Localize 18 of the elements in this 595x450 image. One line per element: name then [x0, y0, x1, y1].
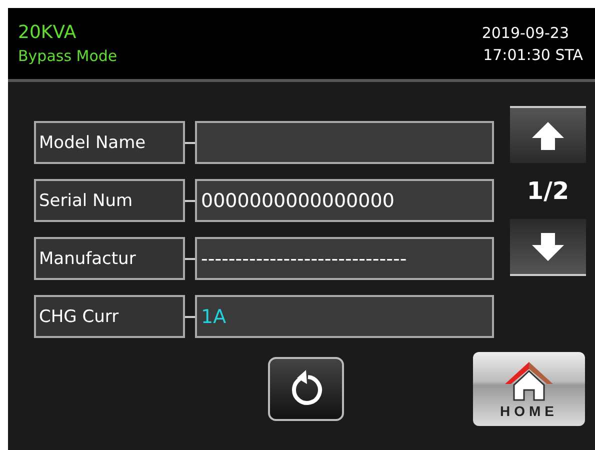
page-down-button[interactable] — [510, 219, 586, 276]
model-rating: 20KVA — [18, 22, 78, 43]
field-label: CHG Curr — [34, 295, 185, 338]
field-label: Serial Num — [34, 179, 185, 222]
value-field: 0000000000000000 — [195, 179, 494, 222]
field-label: Model Name — [34, 121, 185, 164]
value-field: 1A — [195, 295, 494, 338]
refresh-button[interactable] — [268, 357, 344, 421]
home-button[interactable]: HOME — [473, 352, 585, 426]
up-arrow-icon — [531, 120, 565, 150]
operating-mode: Bypass Mode — [18, 47, 118, 65]
field-label: Manufactur — [34, 237, 185, 280]
value-field: ------------------------------ — [195, 237, 494, 280]
page-indicator: 1/2 — [526, 177, 570, 205]
page-up-button[interactable] — [510, 106, 586, 163]
time-text: 17:01:30 STA — [483, 46, 583, 64]
down-arrow-icon — [531, 232, 565, 262]
date-text: 2019-09-23 — [482, 24, 569, 42]
